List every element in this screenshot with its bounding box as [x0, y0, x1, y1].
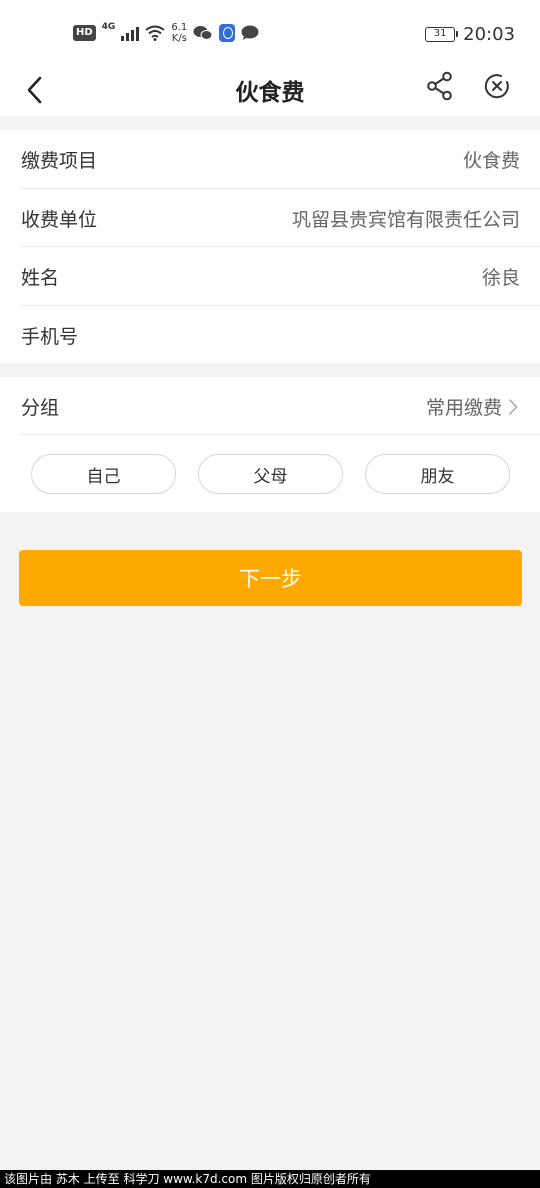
status-bar: HD 4G 6.1 K/s 31 20:03 [0, 0, 540, 64]
status-icons-left: HD 4G 6.1 K/s [73, 18, 259, 48]
payee-label: 收费单位 [21, 208, 98, 231]
payee-value: 巩留县贵宾馆有限责任公司 [291, 208, 520, 231]
app-notification-icon [219, 24, 236, 42]
title-bar: 伙食费 [0, 64, 540, 116]
hd-badge: HD [73, 25, 96, 41]
chip-friends[interactable]: 朋友 [365, 454, 510, 494]
group-chips: 自己 父母 朋友 [31, 454, 510, 494]
payee-row: 收费单位 巩留县贵宾馆有限责任公司 [20, 189, 540, 247]
phone-row: 手机号 [20, 306, 540, 365]
wechat-icon [193, 26, 213, 40]
chip-self[interactable]: 自己 [31, 454, 176, 494]
status-icons-right: 31 20:03 [425, 20, 515, 48]
page-title: 伙食费 [235, 80, 305, 106]
name-label: 姓名 [21, 267, 60, 289]
chip-parents[interactable]: 父母 [198, 454, 343, 494]
group-row[interactable]: 分组 常用缴费 [20, 377, 540, 435]
group-value: 常用缴费 [425, 397, 502, 419]
share-icon [427, 71, 452, 101]
network-type: 4G [101, 22, 116, 32]
close-circle-icon [484, 74, 509, 99]
payment-item-label: 缴费项目 [21, 150, 98, 172]
network-speed-value: 6.1 [171, 22, 188, 33]
payment-item-value: 伙食费 [462, 150, 520, 172]
group-card: 分组 常用缴费 自己 父母 朋友 [0, 377, 540, 512]
watermark-footer: 该图片由 苏木 上传至 科学刀 www.k7d.com 图片版权归原创者所有 [0, 1170, 540, 1188]
payment-item-row: 缴费项目 伙食费 [20, 130, 540, 189]
group-label: 分组 [21, 397, 60, 419]
group-selector[interactable]: 常用缴费 [426, 393, 518, 420]
name-row: 姓名 徐良 [20, 247, 540, 306]
phone-input[interactable] [220, 317, 520, 350]
chevron-right-icon [508, 398, 518, 415]
next-step-button[interactable]: 下一步 [19, 550, 522, 606]
phone-label: 手机号 [21, 325, 79, 348]
share-button[interactable] [422, 68, 458, 104]
message-icon [241, 25, 259, 40]
payment-info-card: 缴费项目 伙食费 收费单位 巩留县贵宾馆有限责任公司 姓名 徐良 手机号 [0, 130, 540, 363]
network-speed: 6.1 K/s [171, 22, 187, 44]
close-button[interactable] [479, 68, 515, 104]
clock: 20:03 [463, 23, 515, 45]
name-value: 徐良 [481, 267, 520, 289]
battery-icon: 31 [425, 26, 459, 42]
wifi-icon [145, 25, 165, 41]
signal-icon [121, 25, 140, 41]
network-speed-unit: K/s [171, 33, 187, 44]
